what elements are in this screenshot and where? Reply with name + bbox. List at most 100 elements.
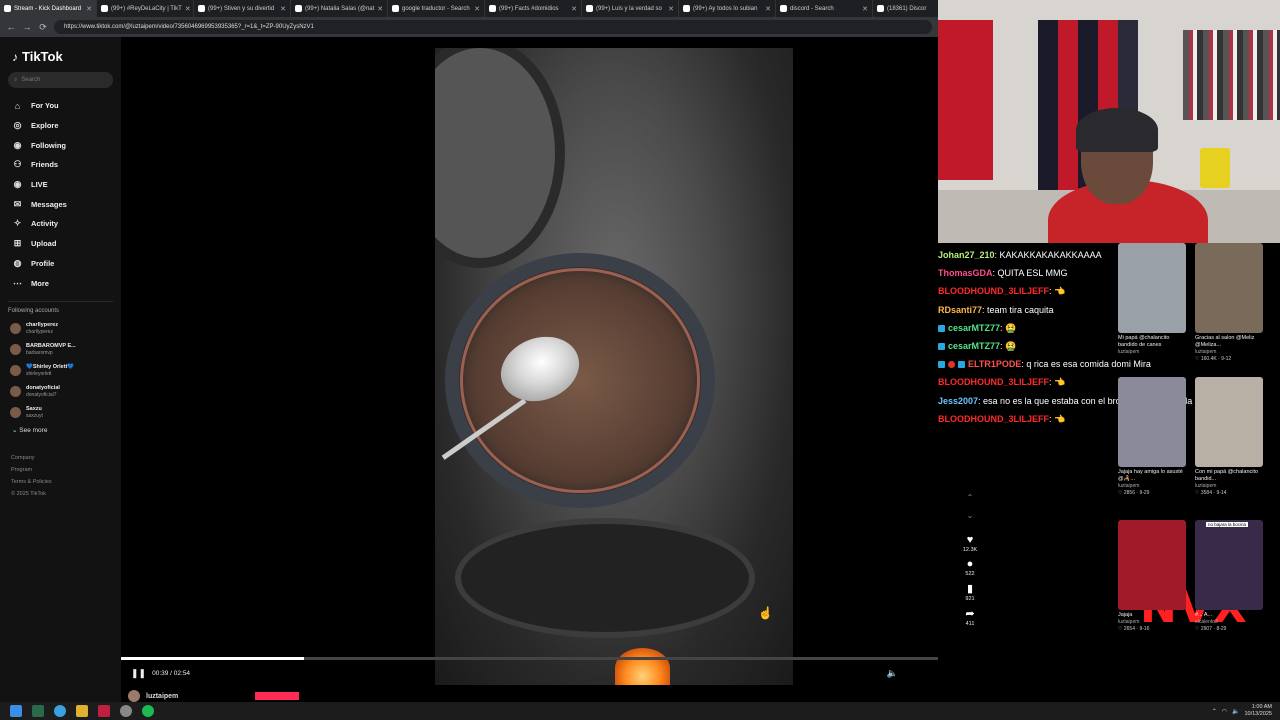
- sidebar-item-profile[interactable]: ◍ Profile: [8, 254, 113, 274]
- related-video-card[interactable]: Gracias al salon @Meliz @Meliza... luztai…: [1195, 243, 1265, 363]
- close-icon[interactable]: ✕: [377, 5, 383, 13]
- close-icon[interactable]: ✕: [571, 5, 577, 13]
- close-icon[interactable]: ✕: [86, 5, 92, 13]
- sidebar-item-messages[interactable]: ✉ Messages: [8, 194, 113, 214]
- browser-tab[interactable]: (18361) Discor✕: [873, 0, 938, 17]
- browser-tab-bar: Stream - Kick Dashboard ✕ (99+) #ReyDeLaCi…: [0, 0, 938, 17]
- browser-tab[interactable]: google traductor - Search ✕: [388, 0, 485, 17]
- browser-tab[interactable]: discord - Search ✕: [776, 0, 873, 17]
- following-account[interactable]: charllyperez charllyperez: [8, 318, 113, 339]
- chat-username[interactable]: ELTR1PODE: [968, 359, 1021, 369]
- next-video-icon[interactable]: ⌄: [958, 511, 982, 529]
- reload-icon[interactable]: ⟳: [38, 22, 48, 33]
- chat-username[interactable]: RDsanti77: [938, 305, 982, 315]
- close-icon[interactable]: ✕: [474, 5, 480, 13]
- footer-link[interactable]: Terms & Policies: [11, 476, 113, 488]
- video-frame[interactable]: [435, 48, 793, 685]
- close-icon[interactable]: ✕: [185, 5, 191, 13]
- browser-tab[interactable]: (99+) Luis y la verdad so ✕: [582, 0, 679, 17]
- chat-username[interactable]: Johan27_210: [938, 250, 995, 260]
- chrome-icon[interactable]: [54, 705, 66, 717]
- speaker-icon[interactable]: 🔈: [1232, 708, 1239, 715]
- video-thumbnail: [1118, 520, 1186, 610]
- footer-link: © 2025 TikTok: [11, 490, 46, 497]
- save-button[interactable]: ▮ 921: [958, 582, 982, 602]
- progress-fill: [121, 657, 304, 660]
- chat-username[interactable]: BLOODHOUND_3LILJEFF: [938, 377, 1049, 387]
- sidebar-item-upload[interactable]: ⊞ Upload: [8, 234, 113, 254]
- like-button[interactable]: ♥ 12.3K: [958, 534, 982, 553]
- related-video-card[interactable]: #... A... elcalento3 ♡ 2907 · 8-29: [1195, 520, 1265, 633]
- following-account[interactable]: BARBAROMVP E... barbaromvp: [8, 339, 113, 360]
- chat-username[interactable]: ThomasGDA: [938, 268, 993, 278]
- obs-icon[interactable]: [120, 705, 132, 717]
- share-button[interactable]: ➦ 411: [958, 607, 982, 627]
- sidebar-item-for-you[interactable]: ⌂ For You: [8, 96, 113, 116]
- related-video-card[interactable]: Jajaja hay amiga lo asusté @🦂... luztaipe…: [1118, 377, 1188, 497]
- following-account[interactable]: donatyoficial donatyoficial7: [8, 381, 113, 402]
- previous-video-icon[interactable]: ⌃: [958, 493, 982, 511]
- sidebar-item-label: Upload: [31, 239, 57, 249]
- windows-start-icon[interactable]: [10, 705, 22, 717]
- comment-button[interactable]: ● 522: [958, 558, 982, 577]
- avatar: [10, 364, 21, 376]
- tab-label: (99+) #ReyDeLaCity | TikT: [111, 5, 182, 12]
- close-icon[interactable]: ✕: [765, 5, 771, 13]
- account-name: Saxzu: [26, 405, 42, 412]
- spotify-icon[interactable]: [142, 705, 154, 717]
- following-account[interactable]: 💙Shirley Orlett💙 shirleyorlett: [8, 360, 113, 381]
- account-handle: saxzuyt: [26, 412, 43, 419]
- chat-username[interactable]: cesarMTZ77: [948, 323, 1000, 333]
- sidebar-item-activity[interactable]: ✧ Activity: [8, 214, 113, 234]
- pause-icon[interactable]: ❚❚: [131, 668, 146, 679]
- browser-tab[interactable]: (99+) #ReyDeLaCity | TikT ✕: [97, 0, 194, 17]
- volume-icon[interactable]: 🔈: [887, 668, 898, 679]
- footer-link[interactable]: Company: [11, 452, 113, 464]
- browser-tab[interactable]: (99+) Natalia Salas (@nat ✕: [291, 0, 388, 17]
- see-more-button[interactable]: ⌄ See more: [8, 426, 113, 434]
- related-video-card[interactable]: Mi papá @chalancito bandido de canes luzt…: [1118, 243, 1188, 356]
- forward-icon[interactable]: →: [22, 22, 32, 32]
- sidebar-item-live[interactable]: ◉ LIVE: [8, 175, 113, 195]
- related-video-card[interactable]: Con mi papá @chalancito bandid... luztaip…: [1195, 377, 1265, 497]
- close-icon[interactable]: ✕: [280, 5, 286, 13]
- folder-icon[interactable]: [76, 705, 88, 717]
- chat-username[interactable]: cesarMTZ77: [948, 341, 1000, 351]
- video-progress-bar[interactable]: [121, 657, 938, 660]
- tab-favicon-icon: [392, 5, 399, 12]
- follow-button[interactable]: [255, 692, 299, 700]
- live-icon: ◉: [13, 179, 22, 190]
- browser-tab[interactable]: (99+) Facts #domidios ✕: [485, 0, 582, 17]
- browser-tab[interactable]: (99+) Ay todos lo subian ✕: [679, 0, 776, 17]
- comment-icon: ●: [966, 558, 974, 570]
- sidebar-item-explore[interactable]: ◎ Explore: [8, 116, 113, 136]
- verified-badge-icon: [948, 361, 955, 369]
- sidebar-item-following[interactable]: ◉ Following: [8, 135, 113, 155]
- related-video-card[interactable]: Jajaja luztaipem ♡ 2654 · 9-16: [1118, 520, 1188, 633]
- tiktok-logo[interactable]: ♪ TikTok: [12, 49, 113, 64]
- back-icon[interactable]: ←: [6, 22, 16, 32]
- chevron-up-icon[interactable]: ⌃: [1212, 708, 1217, 715]
- sidebar-item-more[interactable]: ⋯ More: [8, 273, 113, 293]
- browser-tab[interactable]: (99+) Stiven y su divertid ✕: [194, 0, 291, 17]
- chat-username[interactable]: BLOODHOUND_3LILJEFF: [938, 414, 1049, 424]
- close-icon[interactable]: ✕: [862, 5, 868, 13]
- app-icon[interactable]: [98, 705, 110, 717]
- browser-tab[interactable]: Stream - Kick Dashboard ✕: [0, 0, 97, 17]
- clock[interactable]: 1:00 AM 10/13/2025: [1244, 704, 1272, 718]
- like-count: 12.3K: [962, 547, 978, 553]
- following-account[interactable]: Saxzu saxzuyt: [8, 402, 113, 423]
- video-main-area: [121, 37, 938, 702]
- search-input[interactable]: ⌕ Search: [8, 72, 113, 88]
- close-icon[interactable]: ✕: [668, 5, 674, 13]
- wifi-icon[interactable]: ◠: [1222, 708, 1227, 715]
- sidebar-item-friends[interactable]: ⚇ Friends: [8, 155, 113, 175]
- video-author[interactable]: luztaipem: [128, 690, 178, 702]
- url-field[interactable]: https://www.tiktok.com/@luztaipem/video/…: [54, 20, 932, 34]
- app-icon[interactable]: [32, 705, 44, 717]
- chat-username[interactable]: BLOODHOUND_3LILJEFF: [938, 286, 1049, 296]
- video-thumbnail: [1118, 243, 1186, 333]
- footer-link[interactable]: Program: [11, 464, 113, 476]
- avatar: [10, 385, 21, 397]
- chat-username[interactable]: Jess2007: [938, 396, 978, 406]
